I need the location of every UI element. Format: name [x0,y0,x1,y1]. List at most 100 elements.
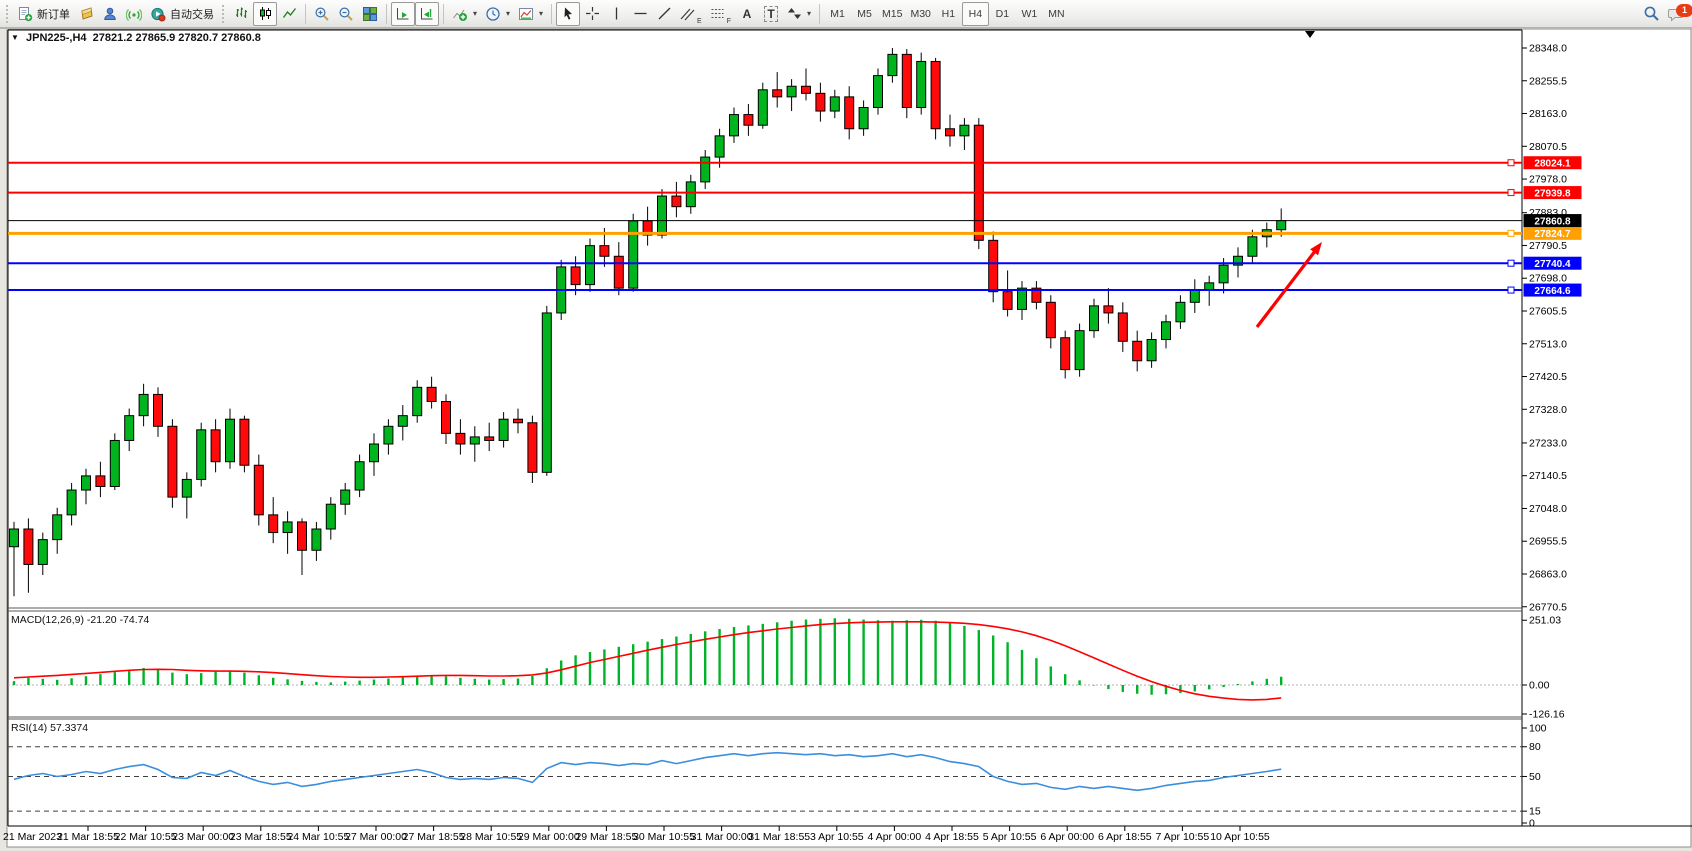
notifications-button[interactable]: 1 [1664,2,1690,26]
cursor-tool-button[interactable] [556,2,580,26]
line-chart-button[interactable] [277,2,301,26]
svg-text:28255.5: 28255.5 [1529,75,1567,87]
chart-title: ▼ JPN225-,H4 27821.2 27865.9 27820.7 278… [11,32,261,44]
candle-up [370,444,379,462]
vertical-line-tool-button[interactable] [604,2,628,26]
equidistant-channel-tool-button[interactable]: E [676,2,706,26]
search-button[interactable] [1639,2,1664,26]
candle-up [226,419,235,462]
candle-down [96,476,105,487]
timeframe-m1-button[interactable]: M1 [824,2,851,26]
svg-text:27420.5: 27420.5 [1529,371,1567,383]
timeframe-m5-button[interactable]: M5 [851,2,878,26]
timeframe-m30-button[interactable]: M30 [906,2,934,26]
chart-canvas[interactable]: 28348.028255.528163.028070.527978.027883… [0,0,1692,851]
toolbar-grip[interactable] [5,5,10,23]
deposit-button[interactable] [74,2,98,26]
candle-up [197,430,206,480]
auto-scroll-button[interactable] [391,2,415,26]
timeframe-label: H1 [942,8,955,20]
zoom-in-icon [314,6,330,22]
svg-text:27140.5: 27140.5 [1529,470,1567,482]
candle-down [168,426,177,497]
trendline-tool-button[interactable] [652,2,676,26]
timeframe-h1-button[interactable]: H1 [935,2,962,26]
candle-down [672,196,681,207]
svg-text:27664.6: 27664.6 [1534,286,1571,297]
text-label-tool-button[interactable]: T [759,2,783,26]
crosshair-tool-button[interactable] [580,2,604,26]
candle-down [1104,306,1113,313]
timeframe-d1-button[interactable]: D1 [989,2,1016,26]
crosshair-icon [585,6,600,21]
chevron-down-icon: ▾ [473,9,477,18]
templates-button[interactable]: ▾ [514,2,547,26]
horizontal-line-tool-button[interactable] [628,2,652,26]
candle-up [82,476,91,490]
chart-shift-icon [419,6,435,22]
fibonacci-tool-button[interactable]: F [706,2,735,26]
vertical-line-icon [609,6,624,21]
algo-trading-button[interactable]: 自动交易 [146,2,218,26]
svg-text:4 Apr 00:00: 4 Apr 00:00 [868,831,922,843]
candle-up [1248,237,1257,256]
candle-up [787,86,796,97]
candle-chart-button[interactable] [253,2,277,26]
svg-text:10 Apr 10:55: 10 Apr 10:55 [1210,831,1270,843]
tile-windows-button[interactable] [358,2,382,26]
svg-text:80: 80 [1529,741,1541,753]
zoom-in-button[interactable] [310,2,334,26]
candle-up [629,221,638,288]
candle-up [470,437,479,444]
toolbar-separator [443,4,444,24]
candle-down [845,97,854,129]
svg-text:5 Apr 10:55: 5 Apr 10:55 [983,831,1037,843]
cursor-icon [561,6,576,21]
candle-down [974,125,983,240]
svg-text:29 Mar 00:00: 29 Mar 00:00 [518,831,580,843]
new-order-button[interactable]: 新订单 [13,2,74,26]
new-order-label: 新订单 [37,6,70,22]
indicators-button[interactable]: ▾ [448,2,481,26]
chart-symbol-period: JPN225-,H4 [26,32,87,44]
svg-text:6 Apr 00:00: 6 Apr 00:00 [1040,831,1094,843]
svg-text:21 Mar 2023: 21 Mar 2023 [3,831,62,843]
candle-down [600,246,609,257]
toolbar-grip[interactable] [221,5,226,23]
candle-up [830,97,839,111]
svg-text:27790.5: 27790.5 [1529,240,1567,252]
zoom-out-button[interactable] [334,2,358,26]
bar-chart-button[interactable] [229,2,253,26]
timeframe-m15-button[interactable]: M15 [878,2,906,26]
candle-up [10,529,19,547]
arrows-tool-button[interactable]: ▾ [783,2,815,26]
candle-down [456,433,465,444]
candle-up [1190,290,1199,302]
svg-text:27 Mar 18:55: 27 Mar 18:55 [403,831,465,843]
text-tool-glyph: A [743,7,752,21]
signals-button[interactable] [122,2,146,26]
timeframe-h4-button[interactable]: H4 [962,2,989,26]
deposit-icon [79,6,94,21]
algo-trading-icon [150,6,166,22]
svg-text:27328.0: 27328.0 [1529,404,1567,416]
text-label-glyph: T [764,6,777,22]
candle-up [110,440,119,486]
timeframe-w1-button[interactable]: W1 [1016,2,1043,26]
svg-text:28070.5: 28070.5 [1529,141,1567,153]
candle-up [1162,322,1171,340]
candle-up [730,115,739,136]
chart-shift-button[interactable] [415,2,439,26]
toolbar-separator [819,4,820,24]
candle-down [902,54,911,107]
timeframe-label: M1 [830,8,845,20]
candle-up [874,76,883,108]
timeframe-label: D1 [996,8,1009,20]
community-button[interactable] [98,2,122,26]
periods-button[interactable]: ▾ [481,2,514,26]
svg-text:30 Mar 10:55: 30 Mar 10:55 [633,831,695,843]
timeframe-mn-button[interactable]: MN [1043,2,1070,26]
candle-up [326,504,335,529]
svg-text:23 Mar 00:00: 23 Mar 00:00 [172,831,234,843]
text-tool-button[interactable]: A [735,2,759,26]
